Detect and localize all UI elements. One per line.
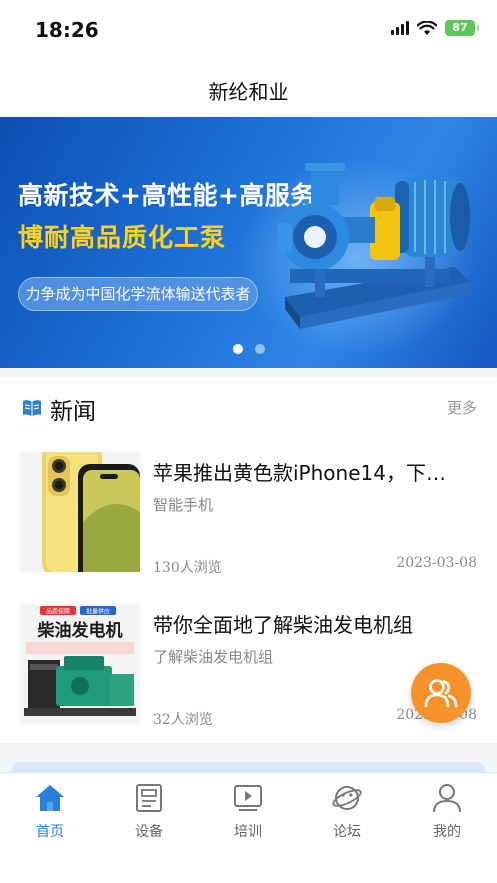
news-item-1[interactable]: 苹果推出黄色款iPhone14，下… 智能手机 130人浏览 2023-03-0… [0,452,497,592]
tag-quality: 品质保障 [46,608,70,616]
training-icon [234,785,262,811]
signal-icon [391,21,409,35]
book-icon [23,400,41,416]
forum-icon [332,786,362,810]
diesel-generator-image: 品质保障 批量供应 柴油发电机 [20,604,140,724]
news-item-category: 智能手机 [153,496,214,514]
news-header: 新闻 更多 [0,377,497,439]
tab-label: 首页 [36,824,64,840]
news-thumbnail-iphone [20,452,140,572]
tab-home[interactable]: 首页 [10,781,90,841]
news-item-date: 2023-03-08 [396,555,477,571]
tab-training[interactable]: 培训 [208,781,288,841]
generator-banner-text: 柴油发电机 [37,620,123,641]
carousel-indicators [0,344,497,354]
news-thumbnail-generator: 品质保障 批量供应 柴油发电机 [20,604,140,724]
wifi-icon [417,20,437,35]
profile-icon [433,784,461,813]
status-time: 18:26 [35,18,99,42]
news-item-title: 带你全面地了解柴油发电机组 [153,613,413,637]
tab-label: 设备 [135,824,163,840]
news-section-title: 新闻 [50,399,96,425]
tab-label: 培训 [234,824,262,840]
carousel-dot-2[interactable] [254,344,265,354]
chemical-pump-image [278,163,470,329]
tab-label: 我的 [433,824,461,840]
tab-forum[interactable]: 论坛 [307,781,387,841]
tab-bar: 首页 设备 培训 论坛 我的 [0,772,497,883]
page-title: 新纶和业 [208,80,289,104]
news-item-views: 32人浏览 [153,712,213,728]
news-more-link[interactable]: 更多 [447,397,477,418]
tag-supply: 批量供应 [86,608,110,616]
battery-indicator: 87 [445,20,479,36]
status-icons: 87 [391,20,479,36]
tab-device[interactable]: 设备 [109,781,189,841]
contacts-icon [424,679,458,708]
banner-tagline: 力争成为中国化学流体输送代表者 [18,277,258,311]
news-item-views: 130人浏览 [153,560,222,576]
news-item-title: 苹果推出黄色款iPhone14，下… [153,461,446,485]
news-item-category: 了解柴油发电机组 [153,648,274,666]
banner-subheadline: 博耐高品质化工泵 [18,223,227,252]
yellow-iphone-image [20,452,140,572]
carousel-dot-1[interactable] [232,344,243,354]
tab-profile[interactable]: 我的 [407,781,487,841]
tab-label: 论坛 [333,824,361,840]
home-icon [36,785,64,811]
nav-bar: 新纶和业 [0,60,497,117]
banner-carousel[interactable]: 高新技术+高性能+高服务= 博耐高品质化工泵 力争成为中国化学流体输送代表者 [0,117,497,368]
device-icon [136,784,162,812]
status-bar: 18:26 87 [0,0,497,60]
customer-service-button[interactable] [411,663,471,723]
